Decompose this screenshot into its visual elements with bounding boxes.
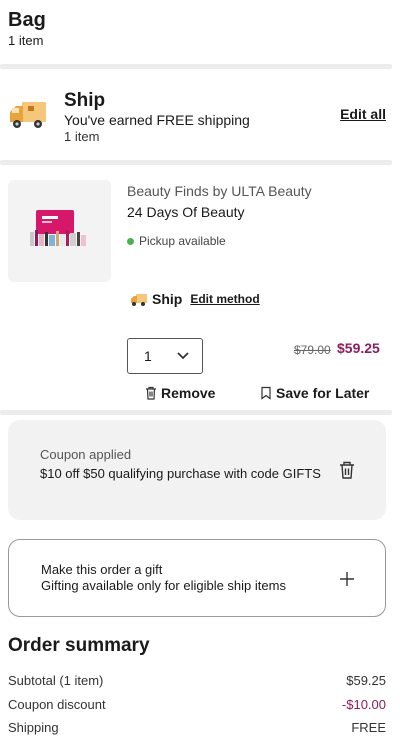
product-image-graphic [8, 180, 111, 282]
product-name[interactable]: 24 Days Of Beauty [127, 204, 245, 220]
summary-row-subtotal: Subtotal (1 item) $59.25 [8, 673, 386, 688]
edit-method-link[interactable]: Edit method [190, 292, 259, 306]
gift-subtitle: Gifting available only for eligible ship… [41, 578, 286, 593]
trash-icon [146, 386, 156, 400]
coupon-label: Coupon applied [40, 447, 132, 462]
quantity-select[interactable]: 1 [127, 338, 203, 374]
divider [0, 410, 392, 415]
pickup-text: Pickup available [139, 234, 226, 248]
plus-icon [340, 572, 354, 586]
summary-value: -$10.00 [341, 697, 386, 712]
summary-row-shipping: Shipping FREE [8, 720, 386, 735]
product-brand[interactable]: Beauty Finds by ULTA Beauty [127, 183, 312, 199]
order-summary-title: Order summary [8, 635, 150, 656]
gift-option[interactable]: Make this order a gift Gifting available… [8, 539, 386, 617]
summary-row-discount: Coupon discount -$10.00 [8, 697, 386, 712]
truck-icon [10, 102, 46, 128]
gift-title: Make this order a gift [41, 562, 163, 577]
free-shipping-message: You've earned FREE shipping [64, 112, 250, 128]
truck-icon [131, 293, 147, 306]
ship-info: Ship You've earned FREE shipping 1 item [64, 90, 250, 144]
original-price: $79.00 [294, 343, 331, 357]
remove-label: Remove [161, 385, 216, 401]
divider [0, 64, 392, 69]
bag-header: Bag 1 item [8, 8, 46, 49]
quantity-value: 1 [144, 348, 152, 364]
summary-label: Coupon discount [8, 697, 106, 712]
trash-icon[interactable] [338, 460, 356, 480]
sale-price: $59.25 [337, 340, 380, 356]
ship-section: Ship You've earned FREE shipping 1 item … [0, 78, 392, 156]
ship-method: Ship Edit method [130, 291, 260, 307]
summary-label: Subtotal (1 item) [8, 673, 104, 688]
availability-dot-icon [127, 237, 134, 245]
remove-button[interactable]: Remove [145, 385, 215, 401]
product-image[interactable] [8, 180, 111, 282]
coupon-card: Coupon applied $10 off $50 qualifying pu… [8, 420, 386, 520]
coupon-description: $10 off $50 qualifying purchase with cod… [40, 466, 321, 481]
save-for-later-label: Save for Later [276, 385, 370, 401]
summary-label: Shipping [8, 720, 59, 735]
bookmark-icon [261, 386, 271, 400]
ship-item-count: 1 item [64, 129, 100, 144]
ship-method-label: Ship [152, 291, 183, 307]
chevron-down-icon [177, 352, 189, 360]
page-title: Bag [8, 9, 46, 31]
pickup-availability: Pickup available [127, 234, 226, 248]
save-for-later-button[interactable]: Save for Later [260, 385, 369, 401]
summary-value: FREE [351, 720, 386, 735]
summary-value: $59.25 [346, 673, 386, 688]
edit-all-link[interactable]: Edit all [340, 106, 386, 122]
divider [0, 160, 392, 165]
bag-item-count: 1 item [8, 33, 44, 48]
ship-title: Ship [64, 90, 106, 111]
